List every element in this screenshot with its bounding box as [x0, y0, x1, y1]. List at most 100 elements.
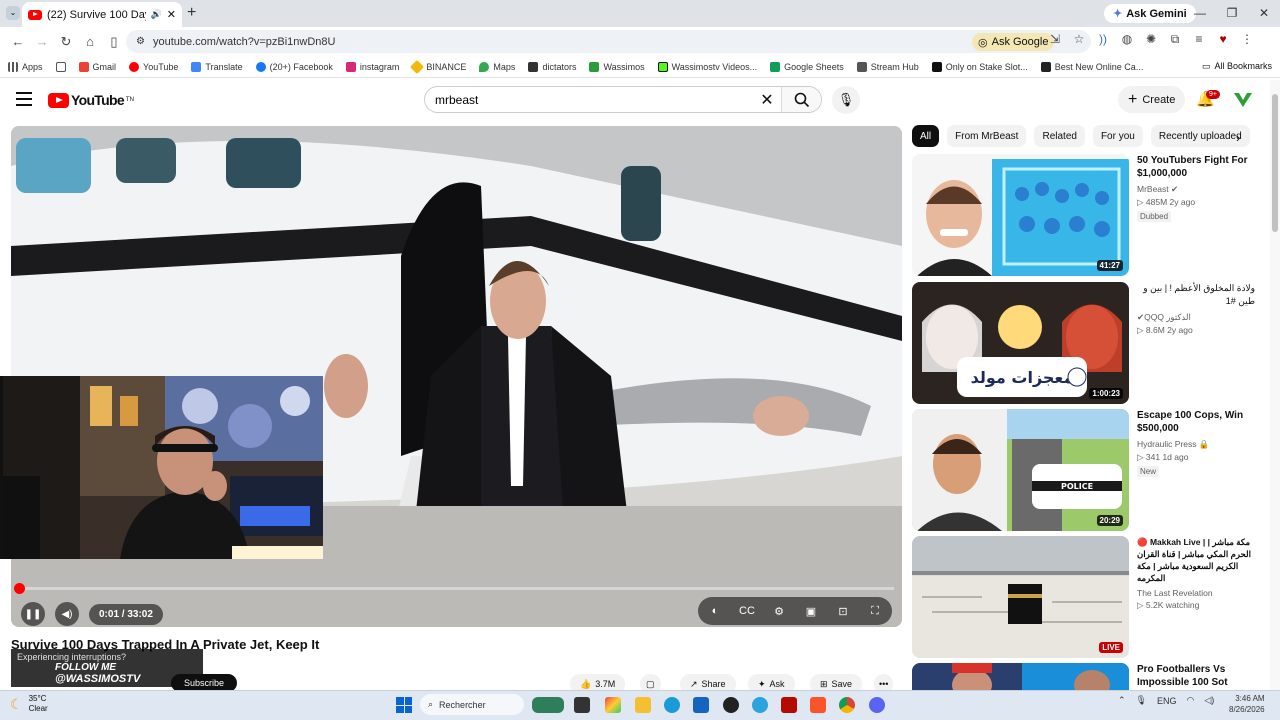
store-icon[interactable] [693, 697, 709, 713]
related-channel[interactable]: MrBeast ✔ [1137, 184, 1255, 195]
related-video-title[interactable]: ولادة المخلوق الأعظم ! | بين و طين #1 [1137, 282, 1255, 308]
site-info-icon[interactable]: ⚙ [136, 36, 145, 47]
wifi-icon[interactable]: ◠ [1187, 695, 1195, 706]
bookmark-wassimostv[interactable]: Wassimostv Videos... [657, 61, 757, 72]
related-video-title[interactable]: 50 YouTubers Fight For $1,000,000 [1137, 154, 1255, 180]
extensions-puzzle-icon[interactable]: ⧉ [1166, 32, 1184, 47]
read-aloud-icon[interactable]: )) [1094, 32, 1112, 47]
chrome-icon[interactable] [839, 697, 855, 713]
captions-icon[interactable]: CC [736, 605, 758, 617]
address-bar[interactable]: ⚙ youtube.com/watch?v=pzBi1nwDn8U [126, 30, 1091, 53]
file-explorer-icon[interactable] [635, 697, 651, 713]
join-button[interactable]: Join [140, 680, 155, 689]
volume-button[interactable]: ◀) [55, 602, 79, 626]
chip-related[interactable]: Related [1034, 125, 1085, 147]
tray-mic-icon[interactable]: 🎙 [1136, 695, 1147, 706]
bookmark-tab-groups[interactable] [55, 61, 66, 72]
taskbar-search[interactable]: ⌕ Rechercher [420, 694, 524, 715]
start-button[interactable] [396, 697, 412, 713]
minimize-icon[interactable]: — [1184, 0, 1216, 27]
scrollbar-thumb[interactable] [1272, 94, 1278, 232]
all-bookmarks-button[interactable]: ▭ All Bookmarks [1202, 61, 1272, 72]
telegram-icon[interactable] [752, 697, 768, 713]
video-thumbnail[interactable]: معجزات مولد 1:00:23 [912, 282, 1129, 404]
bookmark-maps[interactable]: Maps [479, 61, 515, 72]
related-video[interactable]: Pro Footballers Vs Impossible 100 Sot [912, 663, 1252, 690]
search-button[interactable] [781, 87, 821, 112]
youtube-logo[interactable]: YouTube TN [48, 92, 134, 108]
side-panel-icon[interactable]: ▯ [102, 34, 126, 50]
restore-icon[interactable]: ❐ [1216, 0, 1248, 27]
related-video[interactable]: LIVE 🔴 Makkah Live | مكة مباشر | الحرم ا… [912, 536, 1252, 658]
clear-search-icon[interactable]: ✕ [753, 90, 781, 110]
back-icon[interactable]: ← [6, 34, 30, 49]
browser-tab-active[interactable]: (22) Survive 100 Days Trapp 🔊 ✕ [22, 2, 182, 27]
miniplayer-icon[interactable]: ▣ [800, 605, 822, 618]
autoplay-toggle[interactable]: ◐ [704, 605, 726, 617]
chip-for-you[interactable]: For you [1092, 125, 1143, 147]
related-channel[interactable]: ✔QQQ الدكتور [1137, 312, 1255, 323]
task-view-icon[interactable] [574, 697, 590, 713]
new-tab-button[interactable]: + [187, 4, 196, 22]
avatar[interactable] [1232, 88, 1254, 110]
bookmark-best-casino[interactable]: Best New Online Ca... [1040, 61, 1143, 72]
page-scrollbar[interactable] [1270, 80, 1280, 690]
reload-icon[interactable]: ↻ [54, 34, 78, 50]
video-thumbnail[interactable]: LIVE [912, 536, 1129, 658]
scrubber-handle[interactable] [14, 583, 25, 594]
voice-search-button[interactable]: 🎙 [832, 86, 860, 114]
fullscreen-icon[interactable]: ⛶ [864, 605, 886, 618]
create-button[interactable]: + Create [1118, 86, 1186, 113]
bookmark-star-icon[interactable]: ☆ [1070, 32, 1088, 47]
tab-close-icon[interactable]: ✕ [167, 8, 176, 21]
colorful-app-icon[interactable] [605, 697, 621, 713]
video-thumbnail[interactable] [912, 663, 1129, 690]
hamburger-menu-icon[interactable] [16, 92, 32, 110]
related-channel[interactable]: Hydraulic Press 🔒 [1137, 439, 1255, 450]
speaker-icon[interactable]: ◁) [1204, 695, 1214, 706]
obs-icon[interactable] [723, 697, 739, 713]
bookmark-binance[interactable]: BINANCE [410, 59, 466, 74]
video-thumbnail[interactable]: 41:27 [912, 154, 1129, 276]
bookmark-wassimos[interactable]: Wassimos [589, 61, 645, 72]
discord-icon[interactable] [869, 697, 885, 713]
related-video[interactable]: معجزات مولد 1:00:23 ولادة المخلوق الأعظم… [912, 282, 1255, 404]
settings-gear-icon[interactable]: ⚙ [768, 605, 790, 618]
bookmark-translate[interactable]: Translate [191, 61, 243, 72]
acrobat-icon[interactable] [781, 697, 797, 713]
extension-gear-icon[interactable]: ✺ [1142, 32, 1160, 47]
tray-chevron-icon[interactable]: ⌃ [1118, 695, 1126, 706]
progress-bar[interactable] [19, 587, 894, 590]
playlist-icon[interactable]: ≡ [1190, 32, 1208, 47]
pause-button[interactable]: ❚❚ [21, 602, 45, 626]
forward-icon[interactable]: → [30, 34, 54, 49]
install-app-icon[interactable]: ⇲ [1046, 32, 1064, 47]
bookmark-instagram[interactable]: instagram [345, 61, 399, 72]
window-close-icon[interactable]: ✕ [1248, 0, 1280, 27]
language-indicator[interactable]: ENG [1157, 696, 1177, 706]
chip-from-mrbeast[interactable]: From MrBeast [947, 125, 1027, 147]
edge-icon[interactable] [664, 697, 680, 713]
related-channel[interactable]: The Last Revelation [1137, 588, 1255, 598]
tab-search-icon[interactable]: ⌄ [6, 6, 20, 20]
ask-gemini-button[interactable]: ✦ Ask Gemini [1104, 4, 1196, 23]
bookmark-stream-hub[interactable]: Stream Hub [856, 61, 919, 72]
bookmark-youtube[interactable]: YouTube [129, 61, 178, 72]
bookmark-facebook[interactable]: (20+) Facebook [255, 61, 333, 72]
widgets-icon[interactable] [532, 697, 564, 713]
bookmark-dictators[interactable]: dictators [528, 61, 576, 72]
taskbar-clock[interactable]: 3:46 AM 8/26/2026 [1229, 693, 1265, 715]
menu-dots-icon[interactable]: ⋮ [1238, 32, 1256, 47]
bookmark-stake[interactable]: Only on Stake Slot... [931, 61, 1028, 72]
bookmark-sheets[interactable]: Google Sheets [770, 61, 844, 72]
video-thumbnail[interactable]: POLICE 20:29 [912, 409, 1129, 531]
chip-all[interactable]: All [912, 125, 940, 147]
related-video[interactable]: POLICE 20:29 Escape 100 Cops, Win $500,0… [912, 409, 1252, 531]
related-video-title[interactable]: Escape 100 Cops, Win $500,000 [1137, 409, 1255, 435]
weather-widget[interactable]: ☾ 35°C Clear [10, 694, 48, 714]
chip-recently-uploaded[interactable]: Recently uploaded [1150, 125, 1250, 147]
speaker-icon[interactable]: 🔊 [151, 9, 162, 20]
bookmark-apps[interactable]: Apps [8, 61, 43, 72]
home-icon[interactable]: ⌂ [78, 34, 102, 49]
search-input[interactable] [425, 87, 753, 112]
